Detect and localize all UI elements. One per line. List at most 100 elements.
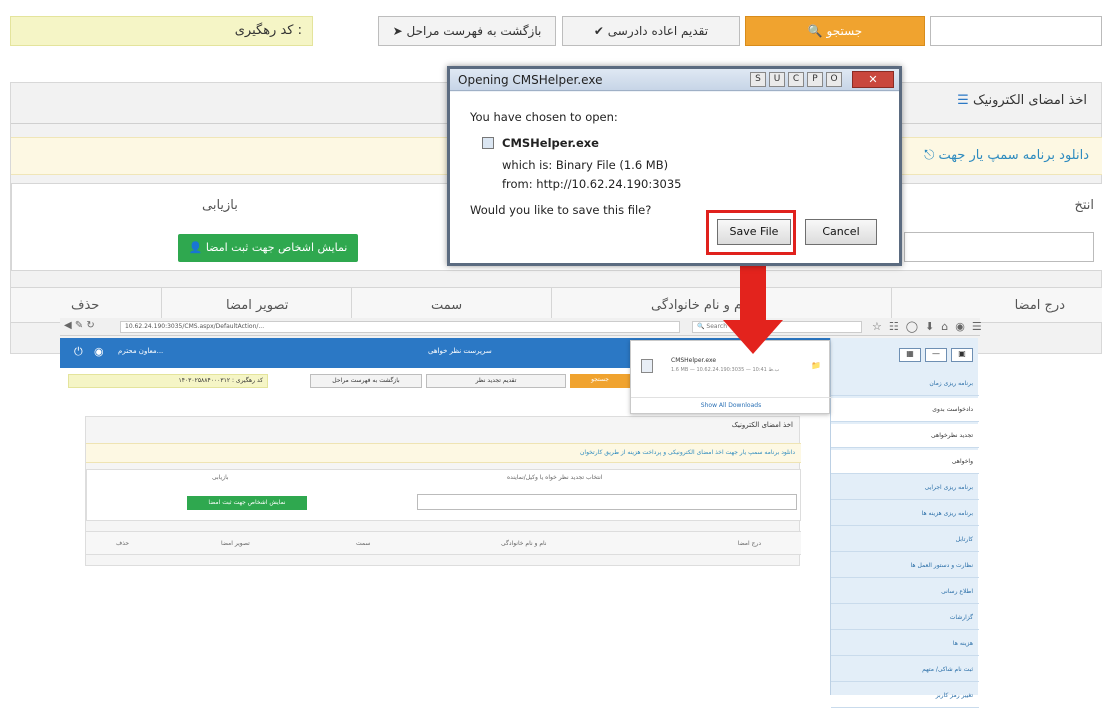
close-icon: ✕ (868, 73, 878, 86)
mini-back-button[interactable]: بازگشت به فهرست مراحل (310, 374, 422, 388)
search-icon: 🔍 (697, 323, 707, 330)
mini-tracking-box: کد رهگیری : ۱۴۰۳۰۲۵۸۸۴۰۰۰۳۱۲ (68, 374, 268, 388)
check-icon: ✔ (593, 24, 608, 38)
titlebar-button-s[interactable]: S (750, 72, 766, 87)
submit-retrial-label: تقديم اعاده دادرسی (607, 24, 709, 38)
grid-icon[interactable]: ▦ (899, 348, 921, 362)
back-arrow-icon: ➤ (392, 24, 407, 38)
side-menu-item[interactable]: ثبت نام شاکی/ متهم (831, 658, 979, 682)
list-icon: ☰ (957, 93, 973, 108)
mini-select-input[interactable] (417, 494, 797, 510)
mini-col-insert: درج امضا (737, 540, 761, 547)
side-menu-item[interactable]: اطلاع رسانی (831, 580, 979, 604)
side-menu-item[interactable]: تغییر رمز کاربر (831, 684, 979, 708)
tracking-code-label: کد رهگیری : (234, 23, 302, 38)
url-field[interactable]: 10.62.24.190:3035/CMS.aspx/DefaultAction… (120, 321, 680, 333)
search-button[interactable]: 🔍 جستجو (745, 16, 925, 46)
col-full-name: نام و نام خانوادگی (651, 298, 750, 313)
dialog-question: Would you like to save this file? (470, 203, 652, 217)
mini-col-name: نام و نام خانوادگی (501, 540, 547, 547)
notice-text-wrap: ⎋ دانلود برنامه سمپ یار جهت (924, 148, 1089, 163)
download-filename[interactable]: CMSHelper.exe (671, 357, 716, 364)
mini-retrieve-header: بازیابی (212, 474, 229, 481)
nav-arrows-icon[interactable]: ◀ ✎ ↻ (64, 320, 95, 331)
eye-icon[interactable]: ◉ (94, 345, 104, 358)
mini-submit-button[interactable]: تقدیم تجدید نظر (426, 374, 566, 388)
titlebar-button-p[interactable]: P (807, 72, 823, 87)
side-menu-item[interactable]: تجدید نظرخواهی (831, 424, 979, 448)
show-all-downloads-link[interactable]: Show All Downloads (631, 397, 831, 409)
mini-role-menu[interactable]: سرپرست نظر خواهی (428, 347, 492, 355)
show-persons-label: نمایش اشخاص جهت ثبت امضا (205, 241, 348, 254)
side-menu-item[interactable]: گزارشات (831, 606, 979, 630)
show-persons-button[interactable]: 👤 نمایش اشخاص جهت ثبت امضا (178, 234, 358, 262)
retrieve-header: بازیابی (202, 198, 238, 213)
titlebar-button-u[interactable]: U (769, 72, 785, 87)
search-input[interactable] (930, 16, 1102, 46)
side-menu-item[interactable]: نظارت و دستور العمل ها (831, 554, 979, 578)
side-menu-item[interactable]: کارتابل (831, 528, 979, 552)
mini-window-controls[interactable]: ▦ — ▣ (899, 348, 975, 364)
mini-side-menu: ▦ — ▣ برنامه ریزی زمان دادخواست بدوی تجد… (830, 338, 979, 708)
side-menu-item[interactable]: هزینه ها (831, 632, 979, 656)
mini-search-button[interactable]: جستجو (570, 374, 630, 388)
user-icon: 👤 (188, 241, 206, 254)
back-to-steps-label: بازگشت به فهرست مراحل (406, 24, 542, 38)
side-menu-item[interactable]: برنامه ریزی اجرایی (831, 476, 979, 500)
mini-columns-row: درج امضا نام و نام خانوادگی سمت تصویر ام… (86, 531, 801, 555)
mini-user-menu[interactable]: معاون محترم... (118, 347, 163, 355)
col-signature-image: تصویر امضا (226, 298, 289, 313)
folder-icon[interactable]: 📁 (811, 361, 821, 370)
mini-page-content: کد رهگیری : ۱۴۰۳۰۲۵۸۸۴۰۰۰۳۱۲ بازگشت به ف… (60, 368, 830, 695)
panel-title: ☰ اخذ امضای الکترونیک (957, 93, 1087, 108)
browser-toolbar-icons[interactable]: ☆☷◯⬇⌂◉☰ (872, 320, 989, 333)
dialog-intro: You have chosen to open: (470, 110, 618, 124)
mini-col-position: سمت (356, 540, 371, 547)
dialog-file-source: from: http://10.62.24.190:3035 (502, 177, 682, 191)
dialog-file-type: which is: Binary File (1.6 MB) (502, 158, 669, 172)
dialog-titlebar[interactable]: Opening CMSHelper.exe S U C P O ✕ (450, 69, 899, 91)
panel-title-text: اخذ امضای الکترونیک (972, 93, 1087, 108)
search-button-label: جستجو (826, 24, 863, 38)
side-menu-item[interactable]: برنامه ریزی زمان (831, 372, 979, 396)
download-icon: ⎋ (924, 148, 939, 163)
mini-selection-table: بازیابی انتخاب تجدید نظر خواه یا وکیل/نم… (86, 469, 801, 521)
titlebar-button-c[interactable]: C (788, 72, 804, 87)
open-file-dialog: Opening CMSHelper.exe S U C P O ✕ You ha… (447, 66, 902, 266)
submit-retrial-button[interactable]: ✔ تقديم اعاده دادرسی (562, 16, 740, 46)
mini-panel-title: اخذ امضای الکترونیک (731, 421, 793, 429)
search-icon: 🔍 (807, 24, 827, 38)
highlight-box (706, 210, 796, 255)
exe-file-icon (641, 359, 653, 373)
exe-file-icon (482, 137, 494, 149)
mini-show-persons-button[interactable]: نمایش اشخاص جهت ثبت امضا (187, 496, 307, 510)
side-menu-item[interactable]: برنامه ریزی هزینه ها (831, 502, 979, 526)
select-header: انتخ (1074, 198, 1094, 213)
minus-icon[interactable]: — (925, 348, 947, 362)
cancel-button[interactable]: Cancel (805, 219, 877, 245)
mini-notice: دانلود برنامه سمپ یار جهت اخذ امضای الکت… (86, 443, 801, 463)
mini-col-image: تصویر امضا (221, 540, 250, 547)
notice-link[interactable]: دانلود برنامه سمپ یار جهت (939, 148, 1089, 163)
dialog-title: Opening CMSHelper.exe (458, 73, 603, 87)
mini-notice-text[interactable]: دانلود برنامه سمپ یار جهت اخذ امضای الکت… (580, 449, 795, 456)
close-button[interactable]: ✕ (852, 71, 894, 88)
download-meta: 1.6 MB — 10.62.24.190:3035 — 10:41 ب.ظ (671, 367, 780, 373)
red-arrow-head (723, 320, 783, 354)
person-select-input[interactable] (904, 232, 1094, 262)
side-menu-item[interactable]: واخواهی (831, 450, 979, 474)
expand-icon[interactable]: ▣ (951, 348, 973, 362)
col-position: سمت (431, 298, 463, 313)
tracking-code-box: کد رهگیری : (10, 16, 313, 46)
col-insert-signature: درج امضا (1014, 298, 1065, 313)
mini-select-header: انتخاب تجدید نظر خواه یا وکیل/نماینده (507, 474, 603, 481)
col-delete: حذف (71, 298, 100, 313)
dialog-filename: CMSHelper.exe (502, 136, 599, 150)
power-icon[interactable]: ⏻ (74, 345, 83, 359)
mini-signature-panel: اخذ امضای الکترونیک دانلود برنامه سمپ یا… (85, 416, 801, 566)
titlebar-button-o[interactable]: O (826, 72, 842, 87)
side-menu-item[interactable]: دادخواست بدوی (831, 398, 979, 422)
red-arrow-shaft (740, 263, 766, 323)
back-to-steps-button[interactable]: ➤ بازگشت به فهرست مراحل (378, 16, 556, 46)
browser-address-bar: ◀ ✎ ↻ 10.62.24.190:3035/CMS.aspx/Default… (60, 318, 982, 336)
